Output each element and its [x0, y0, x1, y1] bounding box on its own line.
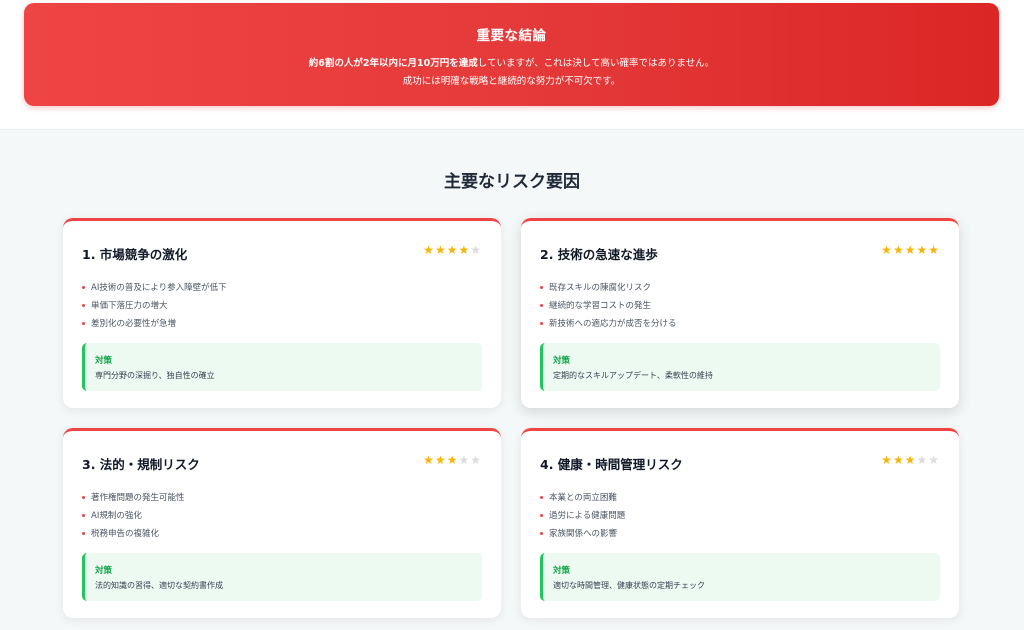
list-item: 既存スキルの陳腐化リスク: [540, 282, 677, 300]
conclusion-banner: 重要な結論 約6割の人が2年以内に月10万円を達成していますが、これは決して高い…: [24, 3, 999, 106]
list-item: 継続的な学習コストの発生: [540, 300, 677, 318]
conclusion-text-rest: していますが、これは決して高い確率ではありません。: [477, 58, 715, 69]
countermeasure-text: 適切な時間管理、健康状態の定期チェック: [553, 581, 705, 590]
list-item: 単価下落圧力の増大: [82, 300, 227, 318]
list-item: 本業との両立困難: [540, 492, 625, 510]
star-filled-icon: ★: [928, 243, 940, 257]
countermeasure-text: 定期的なスキルアップデート、柔軟性の維持: [553, 371, 713, 380]
countermeasure-box: 対策 適切な時間管理、健康状態の定期チェック: [540, 553, 940, 601]
star-empty-icon: ★: [916, 453, 929, 467]
star-filled-icon: ★: [423, 243, 435, 257]
conclusion-title: 重要な結論: [476, 28, 547, 44]
risk-list: 本業との両立困難 過労による健康問題 家族関係への影響: [540, 492, 625, 546]
conclusion-highlight: 約6割の人が2年以内に月10万円を達成: [308, 58, 478, 69]
star-filled-icon: ★: [446, 453, 459, 467]
list-item: 新技術への適応力が成否を分ける: [540, 318, 677, 336]
risk-rating-stars: ★★★★★: [881, 453, 940, 467]
list-item: AI規制の強化: [82, 510, 185, 528]
list-item: 家族関係への影響: [540, 528, 625, 546]
countermeasure-box: 対策 専門分野の深掘り、独自性の確立: [82, 343, 482, 391]
list-item: AI技術の普及により参入障壁が低下: [82, 282, 227, 300]
star-filled-icon: ★: [458, 243, 471, 257]
list-item: 過労による健康問題: [540, 510, 625, 528]
risk-card-market-competition: 1. 市場競争の激化 ★★★★★ AI技術の普及により参入障壁が低下 単価下落圧…: [63, 218, 501, 408]
star-empty-icon: ★: [458, 453, 471, 467]
risk-rating-stars: ★★★★★: [881, 243, 940, 257]
list-item: 著作権問題の発生可能性: [82, 492, 185, 510]
star-filled-icon: ★: [881, 453, 893, 467]
list-item: 差別化の必要性が急増: [82, 318, 227, 336]
countermeasure-box: 対策 定期的なスキルアップデート、柔軟性の維持: [540, 343, 940, 391]
star-filled-icon: ★: [892, 453, 905, 467]
risk-card-title: 2. 技術の急速な進歩: [540, 247, 658, 262]
star-filled-icon: ★: [904, 453, 917, 467]
star-empty-icon: ★: [928, 453, 940, 467]
star-filled-icon: ★: [916, 243, 929, 257]
star-filled-icon: ★: [446, 243, 459, 257]
star-empty-icon: ★: [470, 453, 482, 467]
conclusion-text-line1: 約6割の人が2年以内に月10万円を達成していますが、これは決して高い確率ではあり…: [24, 55, 999, 69]
star-filled-icon: ★: [423, 453, 435, 467]
star-filled-icon: ★: [434, 453, 447, 467]
countermeasure-text: 法的知識の習得、適切な契約書作成: [95, 581, 223, 590]
risk-card-tech-progress: 2. 技術の急速な進歩 ★★★★★ 既存スキルの陳腐化リスク 継続的な学習コスト…: [521, 218, 959, 408]
risk-card-title: 1. 市場競争の激化: [82, 247, 188, 262]
risk-card-title: 4. 健康・時間管理リスク: [540, 457, 683, 472]
risk-card-legal: 3. 法的・規制リスク ★★★★★ 著作権問題の発生可能性 AI規制の強化 税務…: [63, 428, 501, 618]
countermeasure-label: 対策: [553, 356, 571, 366]
countermeasure-text: 専門分野の深掘り、独自性の確立: [95, 371, 215, 380]
risk-card-title: 3. 法的・規制リスク: [82, 457, 200, 472]
countermeasure-label: 対策: [553, 566, 571, 576]
risk-rating-stars: ★★★★★: [423, 243, 482, 257]
star-filled-icon: ★: [881, 243, 893, 257]
risk-list: 著作権問題の発生可能性 AI規制の強化 税務申告の複雑化: [82, 492, 185, 546]
star-filled-icon: ★: [904, 243, 917, 257]
countermeasure-label: 対策: [95, 566, 113, 576]
risk-list: AI技術の普及により参入障壁が低下 単価下落圧力の増大 差別化の必要性が急増: [82, 282, 227, 336]
risk-card-health-time: 4. 健康・時間管理リスク ★★★★★ 本業との両立困難 過労による健康問題 家…: [521, 428, 959, 618]
conclusion-text-line2: 成功には明確な戦略と継続的な努力が不可欠です。: [402, 76, 621, 87]
star-filled-icon: ★: [434, 243, 447, 257]
countermeasure-label: 対策: [95, 356, 113, 366]
star-empty-icon: ★: [470, 243, 482, 257]
risk-rating-stars: ★★★★★: [423, 453, 482, 467]
star-filled-icon: ★: [892, 243, 905, 257]
risk-list: 既存スキルの陳腐化リスク 継続的な学習コストの発生 新技術への適応力が成否を分け…: [540, 282, 677, 336]
countermeasure-box: 対策 法的知識の習得、適切な契約書作成: [82, 553, 482, 601]
section-title: 主要なリスク要因: [444, 172, 580, 192]
list-item: 税務申告の複雑化: [82, 528, 185, 546]
